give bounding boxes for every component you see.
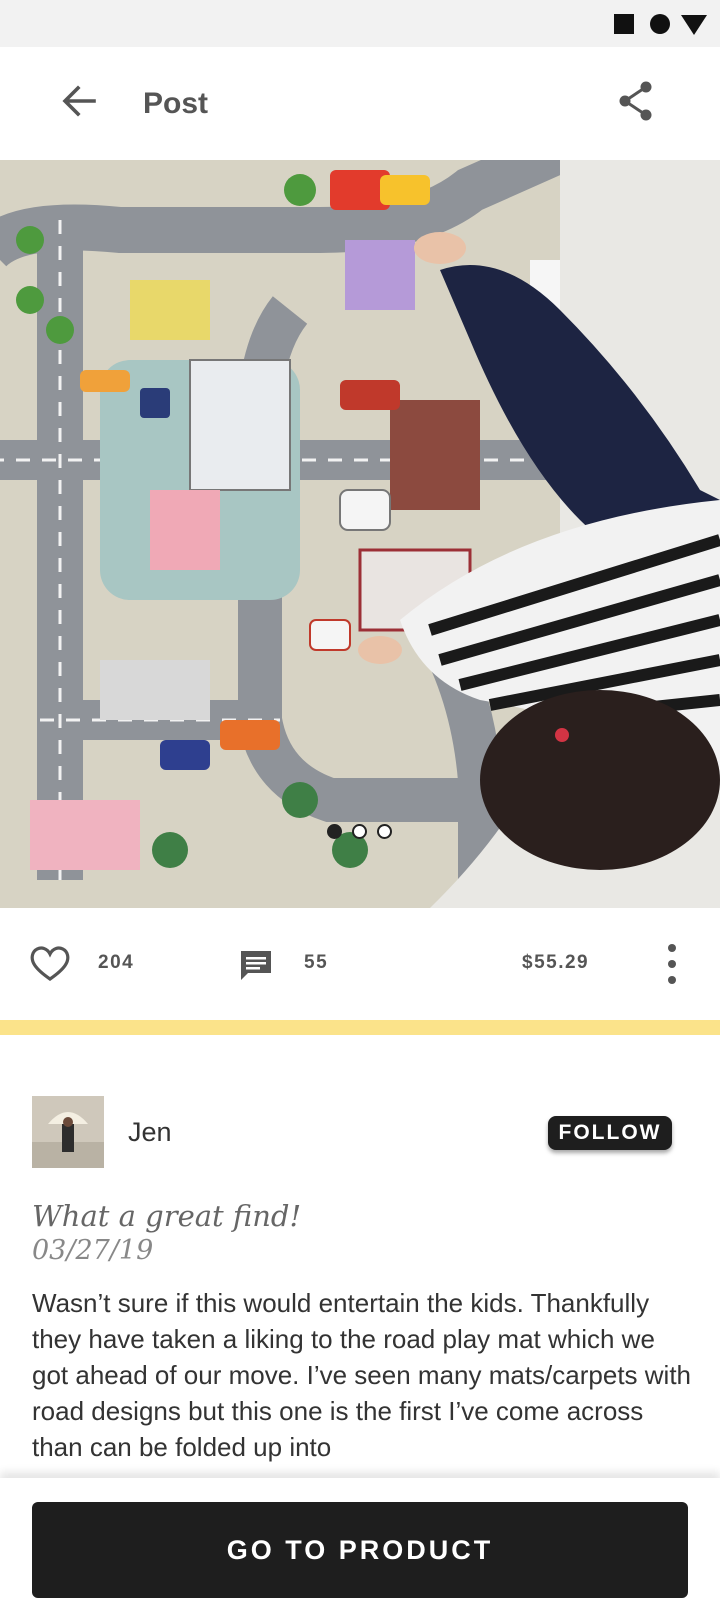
section-divider <box>0 1020 720 1035</box>
status-bar <box>0 0 720 47</box>
more-options-button[interactable] <box>660 942 684 986</box>
post-screen: Post 204 55 $55.29 Jen FOLLOW What a gre… <box>0 0 720 1622</box>
post-title: What a great find! <box>32 1199 302 1233</box>
triangle-down-icon <box>681 15 707 35</box>
page-dot-2[interactable] <box>352 824 367 839</box>
bottom-action-bar: GO TO PRODUCT <box>0 1478 720 1622</box>
go-to-product-button[interactable]: GO TO PRODUCT <box>32 1502 688 1598</box>
post-date: 03/27/19 <box>32 1235 154 1266</box>
page-title: Post <box>143 87 209 120</box>
post-photo <box>0 160 720 908</box>
share-button[interactable] <box>612 77 660 125</box>
app-bar: Post <box>0 47 720 160</box>
follow-button[interactable]: FOLLOW <box>548 1116 672 1150</box>
page-dot-3[interactable] <box>377 824 392 839</box>
stop-square-icon <box>614 14 634 34</box>
avatar-photo <box>32 1096 104 1168</box>
circle-icon <box>650 14 670 34</box>
avatar[interactable] <box>32 1096 104 1168</box>
arrow-left-icon <box>62 85 96 117</box>
post-stats: 204 55 $55.29 <box>0 908 720 1020</box>
page-dot-1[interactable] <box>327 824 342 839</box>
comment-count: 55 <box>304 952 329 973</box>
post-image-carousel[interactable] <box>0 160 720 908</box>
author-name[interactable]: Jen <box>128 1117 172 1148</box>
share-icon <box>619 81 652 121</box>
product-price: $55.29 <box>522 952 590 973</box>
back-button[interactable] <box>56 77 104 125</box>
like-count: 204 <box>98 952 135 973</box>
like-button[interactable] <box>30 946 70 982</box>
comment-button[interactable] <box>238 948 274 984</box>
carousel-pagination <box>0 824 720 844</box>
heart-outline-icon <box>30 946 70 981</box>
post-body: Wasn’t sure if this would entertain the … <box>32 1288 692 1462</box>
comment-icon <box>241 951 271 980</box>
more-vertical-icon <box>668 944 676 984</box>
